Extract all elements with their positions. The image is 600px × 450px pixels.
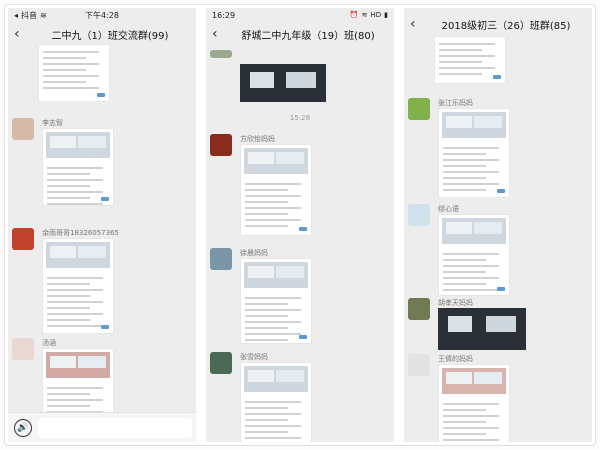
status-bar: ◂ 抖音 ≋ 下午4:28 [8, 8, 196, 22]
back-icon[interactable]: ‹ [410, 17, 422, 31]
avatar[interactable] [210, 352, 232, 374]
chat-screenshot-2: 16:29 ⏰ ≋ HD ▮ ‹ 舒城二中九年级（19）班(80) 15:28 … [206, 8, 394, 442]
sender-name: 李志智 [42, 119, 63, 127]
input-bar: 🔊 [8, 412, 196, 442]
shared-card[interactable] [240, 144, 312, 236]
back-icon[interactable]: ‹ [14, 27, 26, 41]
avatar[interactable] [210, 134, 232, 156]
shared-photo[interactable] [240, 64, 326, 102]
alarm-icon: ⏰ [349, 11, 359, 19]
signal-icon: ▮ [384, 11, 388, 19]
shared-card[interactable] [240, 258, 312, 344]
sender-name: 汤涵 [42, 339, 56, 347]
status-time: 下午4:28 [85, 10, 119, 20]
message-list[interactable]: 15:28 方欣怡妈妈 徐晨妈妈 张雪妈妈 [206, 46, 394, 442]
chat-screenshot-3: ‹ 2018级初三（26）班群(85) 张江乐妈妈 缪心语 胡孝天妈妈 王倩的妈… [404, 8, 592, 442]
shared-card[interactable] [438, 364, 510, 442]
sender-name: 王倩的妈妈 [438, 355, 473, 363]
sender-name: 余雨哥哥18326057365 [42, 229, 119, 237]
network-label: HD [370, 11, 382, 19]
shared-card[interactable] [42, 348, 114, 418]
avatar[interactable] [12, 228, 34, 250]
chat-screenshot-1: ◂ 抖音 ≋ 下午4:28 ‹ 二中九（1）班交流群(99) 李志智 余雨哥哥1… [8, 8, 196, 442]
sender-name: 方欣怡妈妈 [240, 135, 275, 143]
voice-icon[interactable]: 🔊 [14, 419, 32, 437]
sender-name: 缪心语 [438, 205, 459, 213]
avatar[interactable] [408, 298, 430, 320]
status-time: 16:29 [212, 10, 236, 20]
sender-name: 张雪妈妈 [240, 353, 268, 361]
avatar[interactable] [408, 98, 430, 120]
time-divider: 15:28 [289, 114, 311, 122]
avatar[interactable] [210, 248, 232, 270]
avatar[interactable] [12, 118, 34, 140]
shared-card[interactable] [240, 362, 312, 442]
avatar[interactable] [408, 354, 430, 376]
chat-title: 二中九（1）班交流群(99) [51, 30, 169, 42]
message-input[interactable] [38, 418, 192, 438]
chat-header: ‹ 舒城二中九年级（19）班(80) [206, 22, 394, 46]
shared-card[interactable] [438, 214, 510, 296]
wifi-icon: ≋ [361, 11, 368, 19]
shared-photo[interactable] [438, 308, 526, 350]
avatar[interactable] [408, 204, 430, 226]
avatar[interactable] [210, 50, 232, 58]
shared-card[interactable] [42, 238, 114, 334]
chat-header: ‹ 二中九（1）班交流群(99) [8, 22, 196, 46]
shared-card[interactable] [42, 128, 114, 206]
shared-card[interactable] [434, 36, 506, 84]
avatar[interactable] [12, 338, 34, 360]
status-bar: 16:29 ⏰ ≋ HD ▮ [206, 8, 394, 22]
back-icon[interactable]: ‹ [212, 27, 224, 41]
chat-title: 舒城二中九年级（19）班(80) [241, 30, 375, 42]
shared-card[interactable] [38, 44, 110, 102]
message-list[interactable]: 张江乐妈妈 缪心语 胡孝天妈妈 王倩的妈妈 [404, 36, 592, 442]
chat-title: 2018级初三（26）班群(85) [441, 20, 571, 32]
chat-header: ‹ 2018级初三（26）班群(85) [404, 12, 592, 36]
sender-name: 徐晨妈妈 [240, 249, 268, 257]
message-list[interactable]: 李志智 余雨哥哥18326057365 汤涵 [8, 44, 196, 442]
sender-name: 张江乐妈妈 [438, 99, 473, 107]
sender-name: 胡孝天妈妈 [438, 299, 473, 307]
shared-card[interactable] [438, 108, 510, 198]
